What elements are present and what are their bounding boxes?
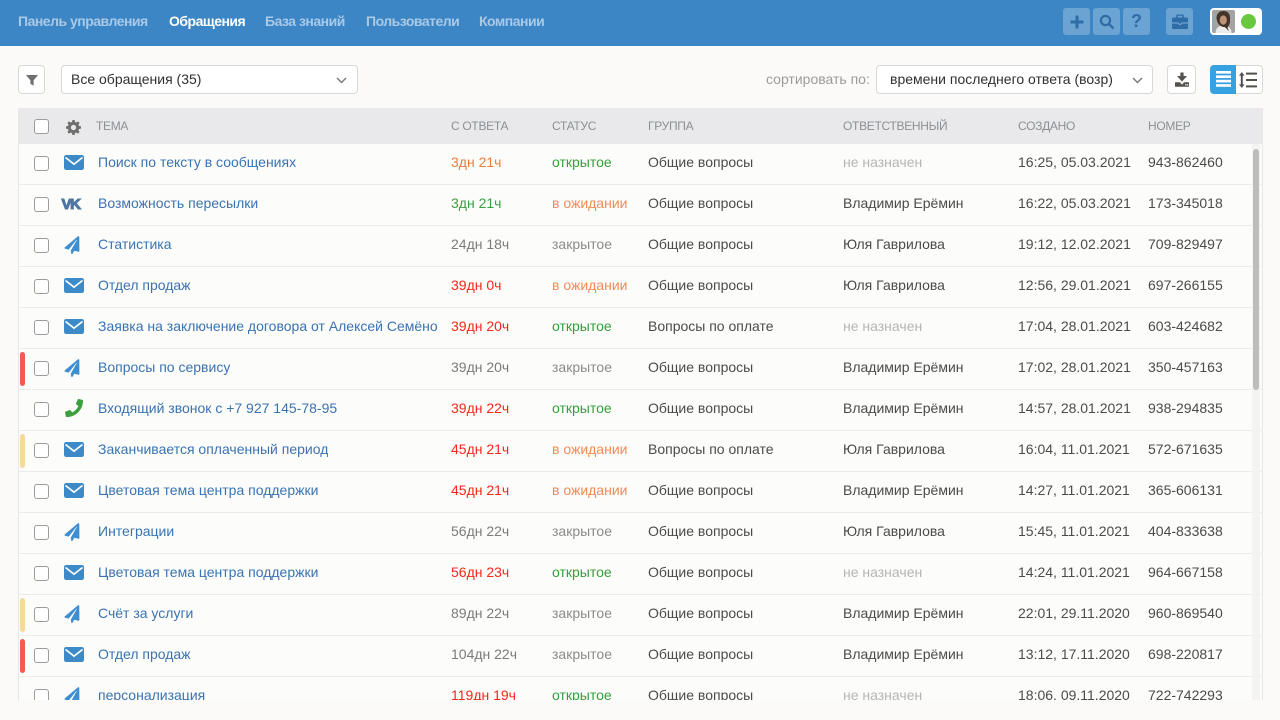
svg-text:VK: VK [61, 196, 81, 213]
